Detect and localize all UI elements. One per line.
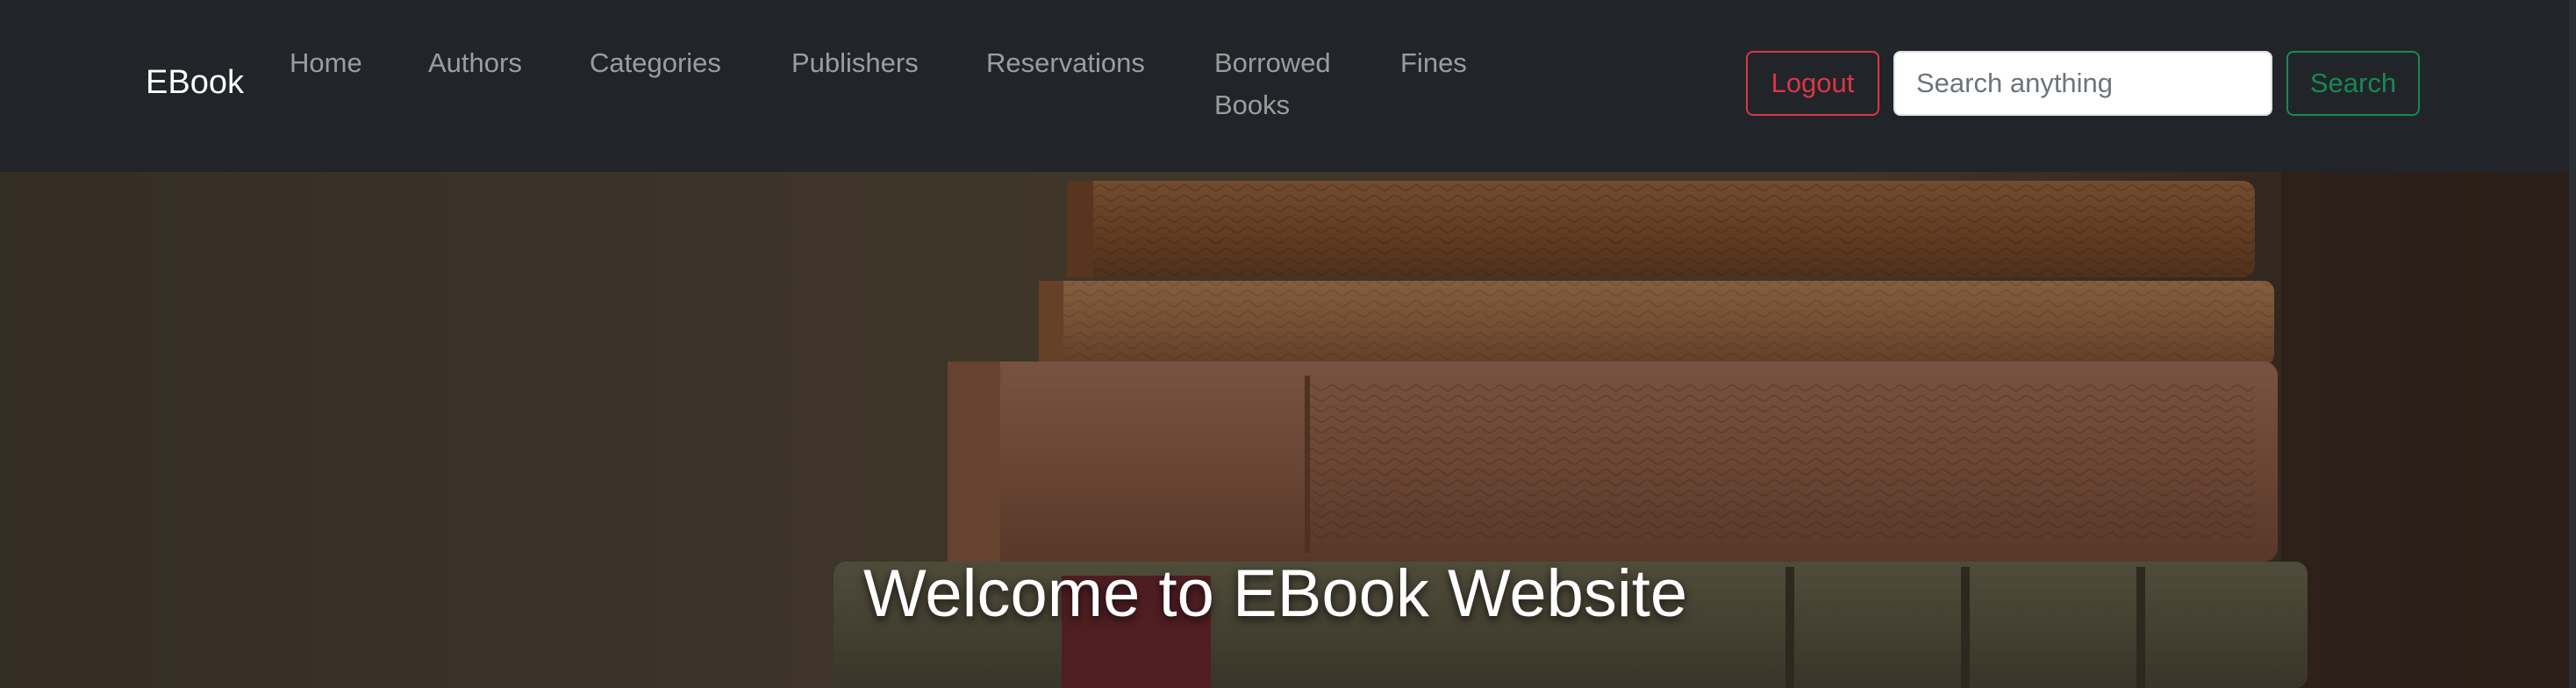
nav-link-fines[interactable]: Fines — [1400, 42, 1467, 84]
logout-button[interactable]: Logout — [1746, 51, 1879, 116]
top-navbar: EBook Home Authors Categories Publishers… — [0, 0, 2576, 172]
hero-banner: Welcome to EBook Website — [0, 172, 2576, 688]
nav-link-authors[interactable]: Authors — [428, 42, 522, 84]
search-input[interactable] — [1893, 51, 2272, 116]
nav-link-categories[interactable]: Categories — [590, 42, 721, 84]
nav-link-home[interactable]: Home — [290, 42, 362, 84]
scrollbar-edge[interactable] — [2569, 0, 2576, 688]
nav-link-publishers[interactable]: Publishers — [791, 42, 919, 84]
hero-title: Welcome to EBook Website — [863, 556, 1688, 631]
search-button[interactable]: Search — [2286, 51, 2420, 116]
nav-link-borrowed-books[interactable]: Borrowed Books — [1214, 42, 1355, 126]
nav-link-reservations[interactable]: Reservations — [986, 42, 1145, 84]
brand-logo[interactable]: EBook — [146, 61, 244, 104]
